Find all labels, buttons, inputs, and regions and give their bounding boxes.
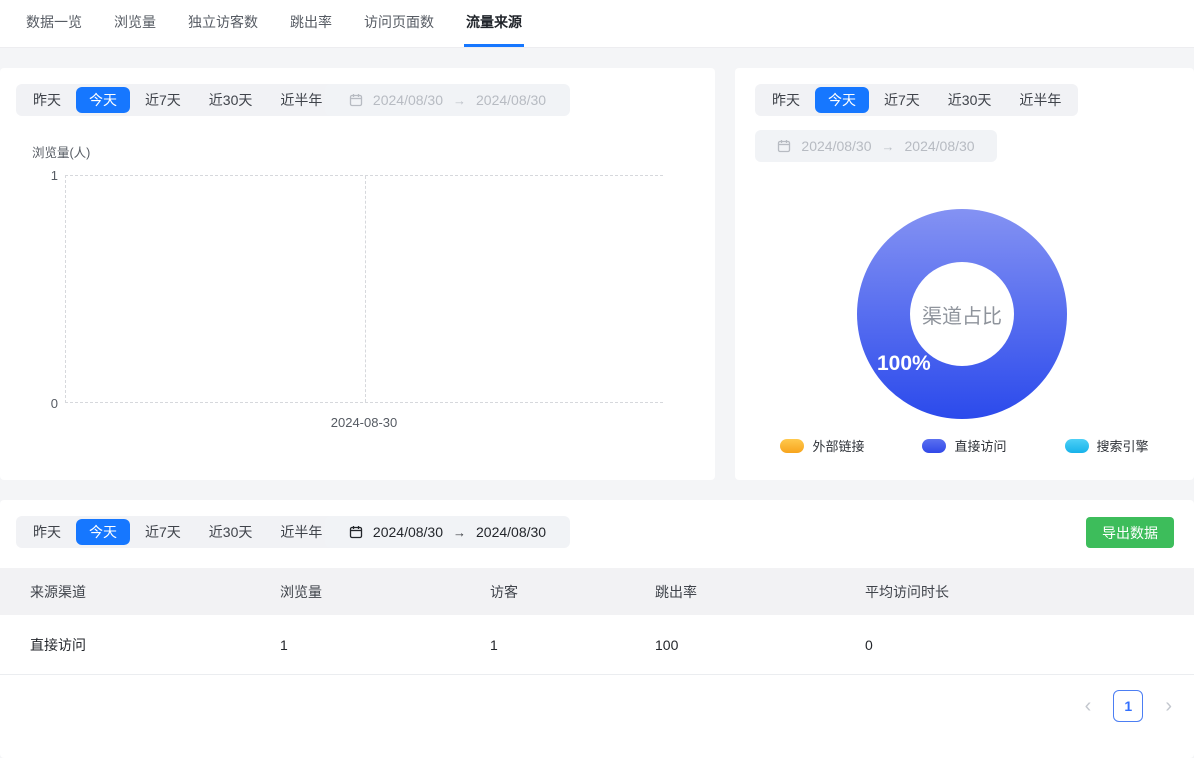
filter-last30days[interactable]: 近30天 [196,519,266,545]
col-header-views: 浏览量 [280,582,490,602]
filter-half-year[interactable]: 近半年 [1006,87,1074,113]
page-number-button[interactable]: 1 [1113,690,1143,722]
filter-last7days[interactable]: 近7天 [871,87,933,113]
calendar-icon [349,93,363,107]
channel-share-panel: 昨天 今天 近7天 近30天 近半年 2024/08/30 → 2024/08/… [735,68,1194,480]
prev-page-icon[interactable]: ‹ [1085,696,1092,716]
source-channel-table: 来源渠道 浏览量 访客 跳出率 平均访问时长 直接访问 1 1 100 0 [0,568,1194,675]
cell-views: 1 [280,637,490,653]
export-data-button[interactable]: 导出数据 [1086,517,1174,548]
date-arrow-icon: → [453,525,466,540]
date-range-picker-bottom[interactable]: 2024/08/30 → 2024/08/30 [325,516,570,548]
next-page-icon[interactable]: › [1165,696,1172,716]
top-tabbar: 数据一览 浏览量 独立访客数 跳出率 访问页面数 流量来源 [0,0,1194,48]
cell-bounce-rate: 100 [655,637,865,653]
cell-visitors: 1 [490,637,655,653]
tab-bounce-rate[interactable]: 跳出率 [288,0,334,47]
table-row[interactable]: 直接访问 1 1 100 0 [0,615,1194,675]
calendar-icon [777,139,791,153]
date-filter-group-bottom: 昨天 今天 近7天 近30天 近半年 [16,516,339,548]
date-end: 2024/08/30 [905,138,975,154]
donut-slice-value: 100% [877,352,931,376]
filter-yesterday[interactable]: 昨天 [20,87,74,113]
filter-last7days[interactable]: 近7天 [132,87,194,113]
legend-label: 搜索引擎 [1097,436,1149,455]
y-axis-title: 浏览量(人) [32,142,90,161]
tab-data-overview[interactable]: 数据一览 [24,0,84,47]
filter-today[interactable]: 今天 [76,519,130,545]
donut-legend: 外部链接 直接访问 搜索引擎 [735,436,1194,455]
tab-pages-visited[interactable]: 访问页面数 [362,0,436,47]
legend-swatch-blue [922,439,946,453]
date-arrow-icon: → [882,139,895,154]
pageviews-chart-panel: 昨天 今天 近7天 近30天 近半年 2024/08/30 → 2024/08/… [0,68,715,480]
date-start: 2024/08/30 [373,524,443,540]
filter-last30days[interactable]: 近30天 [935,87,1005,113]
date-end: 2024/08/30 [476,524,546,540]
legend-item-external-links[interactable]: 外部链接 [780,436,864,455]
filter-yesterday[interactable]: 昨天 [759,87,813,113]
y-tick-min: 0 [18,396,58,411]
legend-item-direct-visit[interactable]: 直接访问 [922,436,1006,455]
donut-center: 渠道占比 [910,262,1014,366]
x-gridline [365,176,366,402]
cell-avg-duration: 0 [865,637,1194,653]
table-header-row: 来源渠道 浏览量 访客 跳出率 平均访问时长 [0,568,1194,615]
legend-swatch-cyan [1065,439,1089,453]
col-header-channel: 来源渠道 [30,582,280,602]
legend-swatch-orange [780,439,804,453]
date-filter-group-left: 昨天 今天 近7天 近30天 近半年 [16,84,339,116]
tab-unique-visitors[interactable]: 独立访客数 [186,0,260,47]
filter-today[interactable]: 今天 [815,87,869,113]
legend-item-search-engine[interactable]: 搜索引擎 [1065,436,1149,455]
donut-chart: 渠道占比 100% [857,209,1067,419]
source-channel-table-panel: 昨天 今天 近7天 近30天 近半年 2024/08/30 → 2024/08/… [0,500,1194,758]
date-start: 2024/08/30 [373,92,443,108]
tab-pageviews[interactable]: 浏览量 [112,0,158,47]
tab-traffic-source[interactable]: 流量来源 [464,0,524,47]
date-arrow-icon: → [453,93,466,108]
date-range-picker-left[interactable]: 2024/08/30 → 2024/08/30 [325,84,570,116]
date-range-picker-right[interactable]: 2024/08/30 → 2024/08/30 [755,130,997,162]
col-header-bounce-rate: 跳出率 [655,582,865,602]
legend-label: 直接访问 [954,436,1006,455]
filter-today[interactable]: 今天 [76,87,130,113]
col-header-visitors: 访客 [490,582,655,602]
pagination: ‹ 1 › [1085,690,1172,722]
donut-center-label: 渠道占比 [922,300,1002,329]
col-header-avg-duration: 平均访问时长 [865,582,1194,602]
date-start: 2024/08/30 [801,138,871,154]
filter-last30days[interactable]: 近30天 [196,87,266,113]
x-axis-tick-label: 2024-08-30 [65,415,663,430]
line-chart-plot-area [65,175,663,403]
date-filter-group-right: 昨天 今天 近7天 近30天 近半年 [755,84,1078,116]
cell-channel: 直接访问 [30,635,280,655]
filter-yesterday[interactable]: 昨天 [20,519,74,545]
y-tick-max: 1 [18,168,58,183]
filter-last7days[interactable]: 近7天 [132,519,194,545]
calendar-icon [349,525,363,539]
legend-label: 外部链接 [812,436,864,455]
date-end: 2024/08/30 [476,92,546,108]
